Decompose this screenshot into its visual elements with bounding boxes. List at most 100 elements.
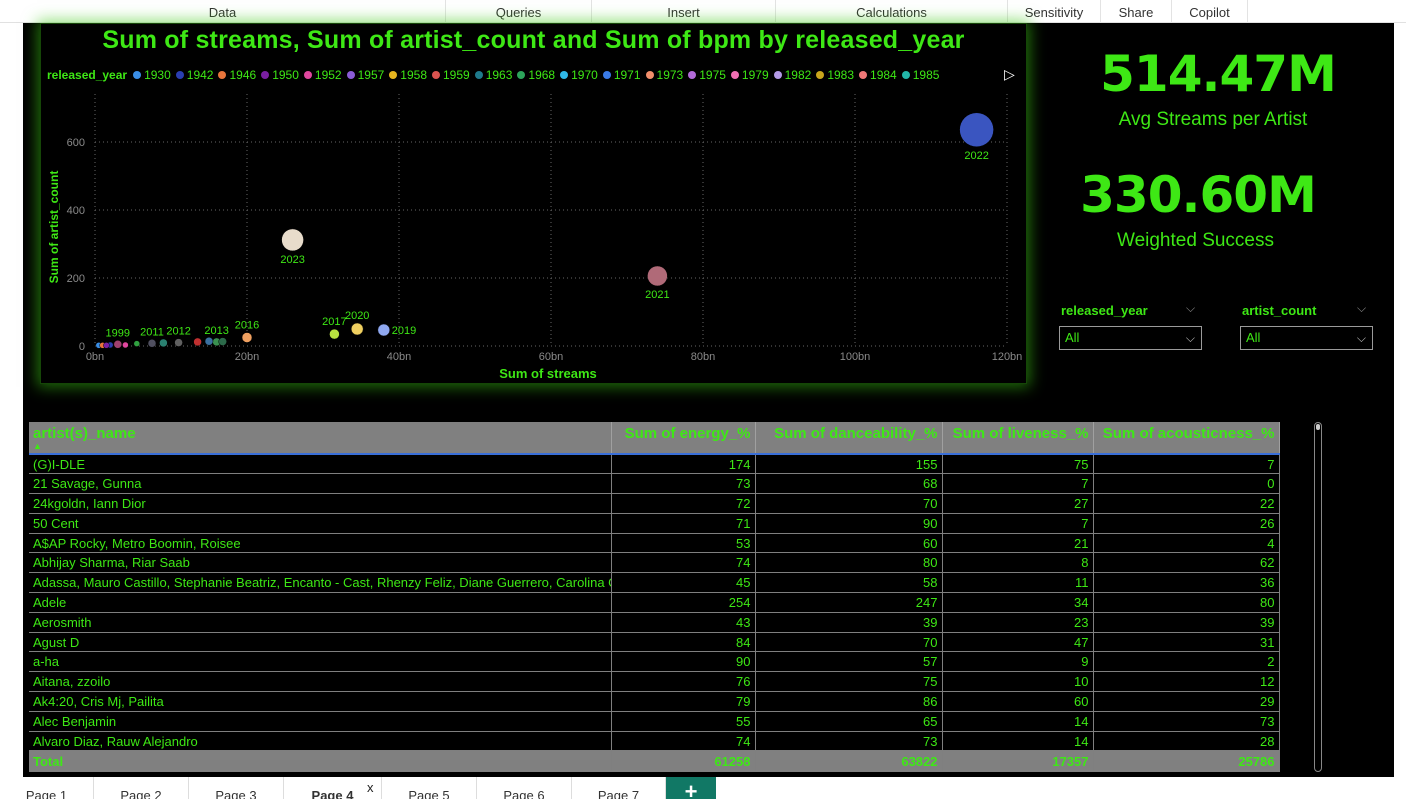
y-tick-label: 200 (67, 273, 85, 285)
legend-item-label: 1942 (186, 68, 214, 82)
scrollbar-thumb[interactable] (1316, 424, 1320, 430)
legend-item-label: 1973 (656, 68, 684, 82)
value-cell: 65 (755, 711, 943, 732)
value-cell: 73 (755, 731, 943, 752)
table-row[interactable]: Alvaro Diaz, Rauw Alejandro 74 73 14 28 (29, 731, 1280, 752)
artist-table-visual[interactable]: artist(s)_name ▲ Sum of energy_% Sum of d… (29, 422, 1280, 774)
chart-title: Sum of streams, Sum of artist_count and … (102, 26, 965, 54)
column-header-acousticness[interactable]: Sum of acousticness_% (1093, 422, 1280, 455)
page-tab-6[interactable]: Page 6 (477, 777, 572, 799)
ribbon-tab-insert[interactable]: Insert (592, 0, 776, 23)
table-row[interactable]: Adele 254 247 34 80 (29, 592, 1280, 613)
value-cell: 14 (942, 731, 1094, 752)
legend-item[interactable]: 1970 (560, 68, 598, 82)
table-row[interactable]: Agust D 84 70 47 31 (29, 632, 1280, 653)
page-tab-1[interactable]: Page 1 (0, 777, 94, 799)
data-point (122, 341, 129, 349)
legend-dot-icon (773, 71, 782, 79)
table-row[interactable]: A$AP Rocky, Metro Boomin, Roisee 53 60 21 4 (29, 533, 1280, 554)
legend-item-label: 1950 (272, 68, 299, 82)
value-cell: 254 (611, 592, 756, 613)
table-row[interactable]: (G)I-DLE 174 155 75 7 (29, 454, 1280, 475)
add-page-button[interactable]: + (666, 777, 716, 799)
x-tick-label: 80bn (691, 351, 715, 363)
chart-legend: released_year 1930 1942 1946 1950 1952 1957 19… (47, 68, 944, 82)
table-scrollbar[interactable] (1314, 422, 1322, 772)
total-value-cell: 61258 (611, 750, 756, 773)
legend-item[interactable]: 1959 (432, 68, 470, 82)
legend-item-label: 1971 (613, 68, 641, 82)
data-point-label: 2012 (166, 326, 190, 338)
legend-item[interactable]: 1971 (602, 68, 641, 82)
chevron-down-icon[interactable]: ⌵ (1357, 301, 1366, 316)
legend-item[interactable]: 1985 (901, 68, 939, 82)
legend-item[interactable]: 1979 (730, 68, 769, 82)
table-row[interactable]: Ak4:20, Cris Mj, Pailita 79 86 60 29 (29, 691, 1280, 712)
app-window: Data Queries Insert Calculations Sensiti… (0, 0, 1406, 799)
x-tick-label: 120bn (992, 351, 1023, 363)
data-point-label: 2016 (235, 320, 259, 332)
legend-item[interactable]: 1942 (175, 68, 214, 82)
legend-item[interactable]: 1952 (303, 68, 342, 82)
data-point-label: 2022 (964, 150, 988, 162)
column-header-energy[interactable]: Sum of energy_% (611, 422, 756, 455)
ribbon-tab-copilot[interactable]: Copilot (1172, 0, 1248, 23)
table-row[interactable]: Aitana, zzoilo 76 75 10 12 (29, 671, 1280, 693)
ribbon-tab-share[interactable]: Share (1101, 0, 1172, 23)
value-cell: 71 (611, 513, 756, 534)
value-cell: 155 (755, 454, 943, 475)
legend-item[interactable]: 1982 (773, 68, 811, 82)
legend-next-arrow-icon[interactable]: ▷ (1004, 66, 1015, 83)
ribbon-tab-queries[interactable]: Queries (446, 0, 592, 23)
value-cell: 70 (755, 632, 943, 653)
table-row[interactable]: Alec Benjamin 55 65 14 73 (29, 711, 1280, 732)
legend-item[interactable]: 1963 (474, 68, 512, 82)
legend-item[interactable]: 1957 (346, 68, 384, 82)
total-value-cell: 25786 (1093, 750, 1280, 773)
data-point-label: 2020 (345, 310, 369, 322)
page-tab-3[interactable]: Page 3 (189, 777, 284, 799)
legend-item[interactable]: 1984 (859, 68, 897, 82)
table-row[interactable]: Aerosmith 43 39 23 39 (29, 612, 1280, 633)
table-row[interactable]: Abhijay Sharma, Riar Saab 74 80 8 62 (29, 552, 1280, 574)
legend-item[interactable]: 1958 (389, 68, 427, 82)
value-cell: 22 (1093, 493, 1280, 514)
ribbon-tab-data[interactable]: Data (0, 0, 446, 23)
legend-items: 1930 1942 1946 1950 1952 1957 1958 1959 1963 1968… (133, 68, 944, 82)
table-row[interactable]: 50 Cent 71 90 7 26 (29, 513, 1280, 534)
table-row[interactable]: Adassa, Mauro Castillo, Stephanie Beatri… (29, 572, 1280, 594)
legend-item[interactable]: 1975 (688, 68, 726, 82)
total-value-cell: 17357 (942, 750, 1094, 773)
value-cell: 7 (1093, 454, 1280, 475)
table-row[interactable]: 21 Savage, Gunna 73 68 7 0 (29, 473, 1280, 495)
legend-item[interactable]: 1950 (261, 68, 299, 82)
value-cell: 86 (755, 691, 943, 712)
legend-item[interactable]: 1973 (645, 68, 684, 82)
close-page-icon[interactable]: x (367, 780, 374, 795)
artist-count-slicer-dropdown[interactable]: All ⌵ (1240, 326, 1373, 350)
page-tab-5[interactable]: Page 5 (382, 777, 477, 799)
column-header-liveness[interactable]: Sum of liveness_% (942, 422, 1094, 455)
legend-item[interactable]: 1983 (816, 68, 854, 82)
released-year-slicer-dropdown[interactable]: All ⌵ (1059, 326, 1202, 350)
value-cell: 72 (611, 493, 756, 514)
data-point (329, 328, 340, 340)
value-cell: 47 (942, 632, 1094, 653)
table-row[interactable]: a-ha 90 57 9 2 (29, 651, 1280, 673)
legend-item[interactable]: 1930 (133, 68, 171, 82)
table-row[interactable]: 24kgoldn, Iann Dior 72 70 27 22 (29, 493, 1280, 514)
scatter-chart-visual[interactable]: 0bn 20bn 40bn 60bn 80bn 100bn 120bn 0 200 400 600 S… (40, 23, 1027, 384)
legend-item[interactable]: 1946 (218, 68, 256, 82)
legend-item[interactable]: 1968 (517, 68, 555, 82)
chevron-down-icon[interactable]: ⌵ (1186, 301, 1195, 316)
value-cell: 60 (942, 691, 1094, 712)
page-tab-7[interactable]: Page 7 (572, 777, 666, 799)
column-header-danceability[interactable]: Sum of danceability_% (755, 422, 943, 455)
page-tab-2[interactable]: Page 2 (94, 777, 189, 799)
value-cell: 247 (755, 592, 943, 613)
ribbon-tab-sensitivity[interactable]: Sensitivity (1008, 0, 1101, 23)
legend-item-label: 1983 (827, 68, 855, 82)
ribbon-tab-calculations[interactable]: Calculations (776, 0, 1008, 23)
artist-name-cell: Alvaro Diaz, Rauw Alejandro (29, 731, 612, 752)
column-header-artist-name[interactable]: artist(s)_name ▲ (29, 422, 612, 455)
